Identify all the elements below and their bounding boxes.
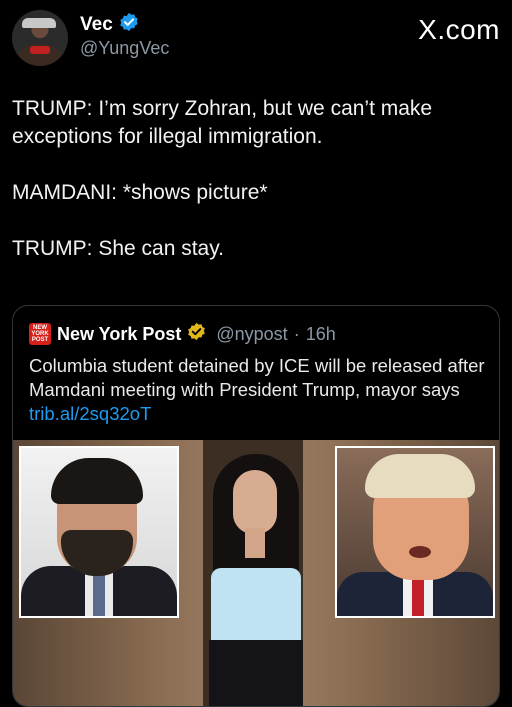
gold-verified-badge-icon: [187, 322, 206, 346]
x-com-watermark: X.com: [418, 14, 500, 45]
tweet-line: MAMDANI: *shows picture*: [12, 181, 268, 204]
quoted-link[interactable]: trib.al/2sq32oT: [29, 403, 151, 424]
tweet-line: TRUMP: I’m sorry Zohran, but we can’t ma…: [12, 97, 433, 148]
quoted-tweet-image[interactable]: [13, 440, 499, 706]
quoted-timestamp[interactable]: 16h: [306, 324, 336, 345]
quoted-author-handle[interactable]: @nypost: [216, 324, 287, 345]
quoted-tweet-header: NEW YORK POST New York Post @nypost · 16h: [29, 322, 336, 346]
author-avatar[interactable]: [12, 10, 68, 66]
nypost-logo[interactable]: NEW YORK POST: [29, 323, 51, 345]
quoted-tweet-card[interactable]: NEW YORK POST New York Post @nypost · 16h …: [12, 305, 500, 707]
author-name-row: Vec: [80, 12, 139, 37]
inset-photo-left: [19, 446, 179, 618]
inset-photo-right: [335, 446, 495, 618]
verified-badge-icon: [119, 12, 139, 37]
meta-separator: ·: [293, 323, 300, 344]
tweet-text: TRUMP: I’m sorry Zohran, but we can’t ma…: [12, 95, 500, 291]
quoted-author-name[interactable]: New York Post: [57, 324, 181, 345]
author-display-name[interactable]: Vec: [80, 14, 113, 36]
tweet-line: TRUMP: She can stay.: [12, 237, 225, 260]
author-handle[interactable]: @YungVec: [80, 38, 169, 59]
tweet-header: Vec @YungVec X.com: [12, 10, 500, 66]
quoted-body: Columbia student detained by ICE will be…: [29, 355, 485, 400]
quoted-tweet-text: Columbia student detained by ICE will be…: [29, 354, 485, 426]
